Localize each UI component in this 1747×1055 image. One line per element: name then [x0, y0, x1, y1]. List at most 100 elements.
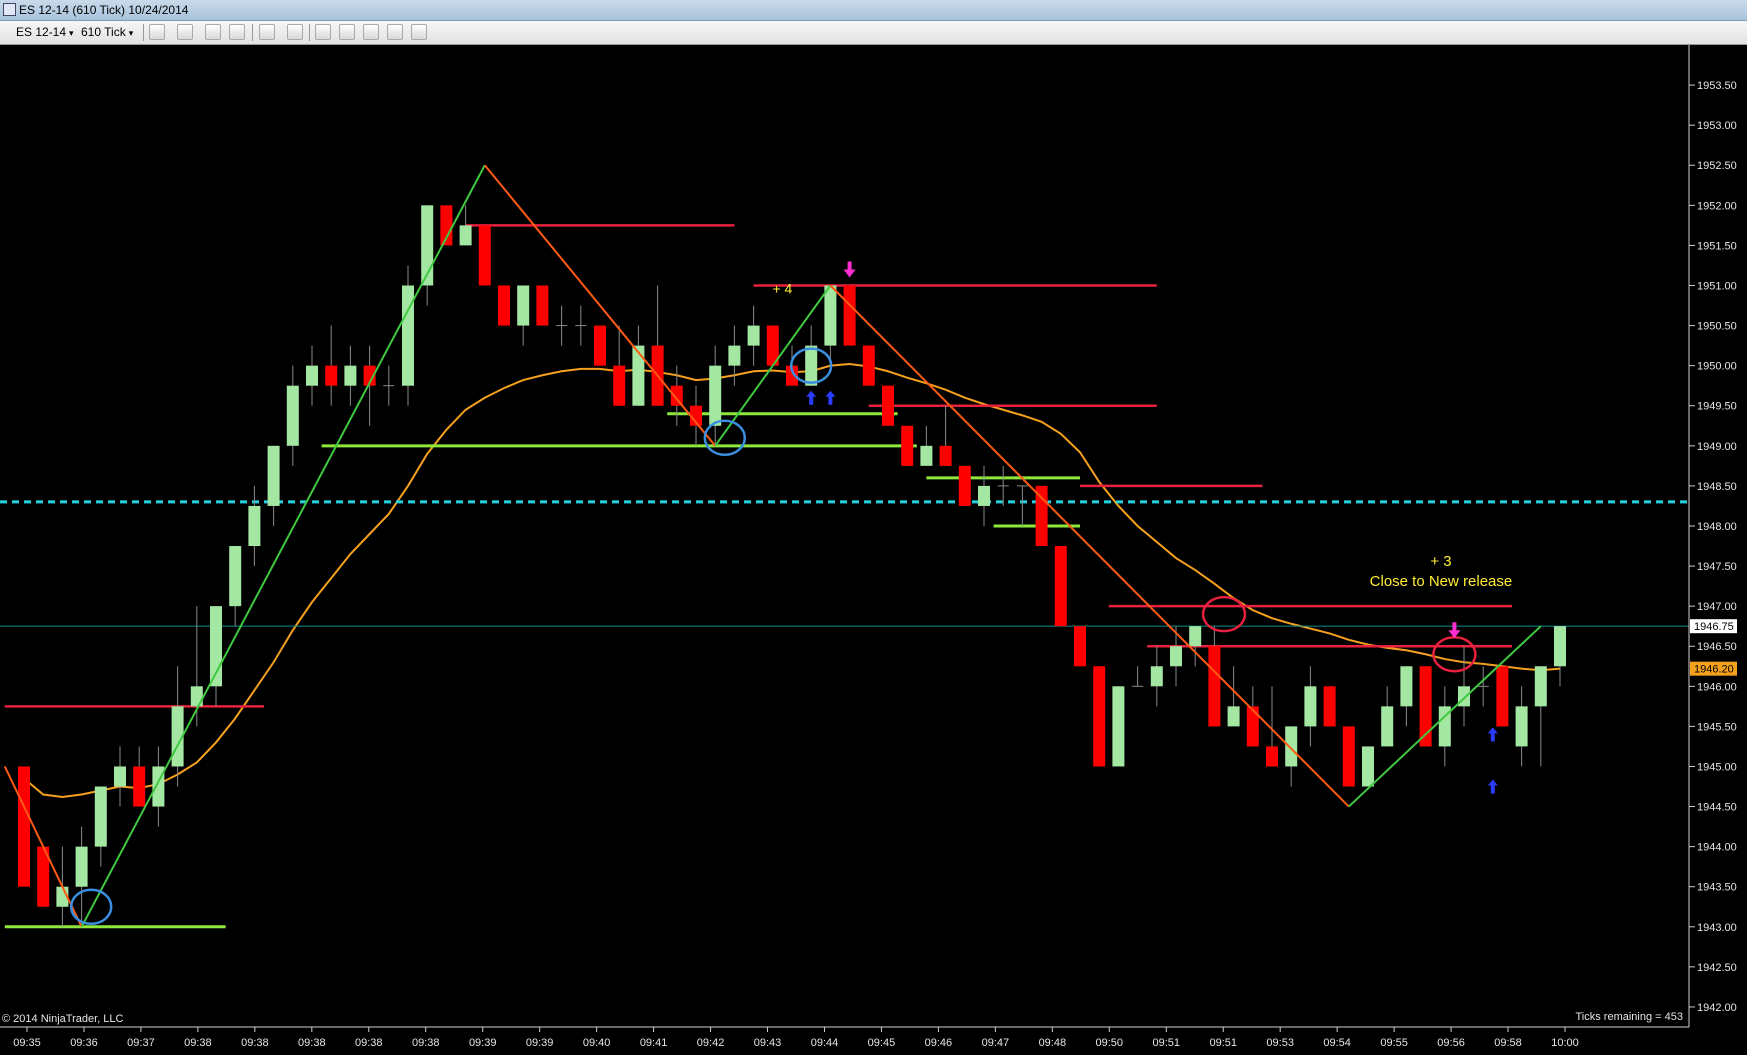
price-tick-label: 1947.00	[1697, 601, 1737, 613]
app-icon	[3, 3, 16, 16]
candle-body	[728, 345, 741, 366]
pencil-draw-icon[interactable]	[177, 24, 193, 40]
strategy-icon[interactable]	[229, 24, 245, 40]
price-tick-label: 1943.50	[1697, 882, 1737, 894]
price-tick-label: 1950.50	[1697, 321, 1737, 333]
ticks-remaining-label: Ticks remaining = 453	[1575, 1011, 1683, 1023]
candle-body	[939, 445, 952, 466]
time-tick-label: 09:46	[925, 1037, 953, 1049]
candle-body	[286, 385, 299, 446]
time-tick-label: 09:40	[583, 1037, 611, 1049]
candle-body	[958, 465, 971, 506]
time-tick-label: 09:36	[70, 1037, 98, 1049]
candle-body	[1534, 666, 1547, 707]
candle-body	[843, 285, 856, 346]
candle-body	[1246, 706, 1259, 747]
price-tick-label: 1951.50	[1697, 240, 1737, 252]
time-tick-label: 09:42	[697, 1037, 725, 1049]
time-tick-label: 10:00	[1551, 1037, 1579, 1049]
data-box-icon[interactable]	[339, 24, 355, 40]
price-tick-label: 1949.50	[1697, 401, 1737, 413]
price-tick-label: 1950.00	[1697, 361, 1737, 373]
chart-toolbar: ES 12-14 610 Tick	[0, 21, 1747, 45]
candle-body	[709, 365, 722, 426]
time-tick-label: 09:38	[298, 1037, 326, 1049]
indicator-icon[interactable]	[205, 24, 221, 40]
print-icon[interactable]	[411, 24, 427, 40]
trade-annotation: + 4	[772, 281, 792, 297]
crosshair-icon[interactable]	[259, 24, 275, 40]
candle-body	[478, 225, 491, 286]
candle-body	[978, 485, 990, 506]
bar-type-icon[interactable]	[149, 24, 165, 40]
price-tick-label: 1949.00	[1697, 441, 1737, 453]
order-entry-icon[interactable]	[315, 24, 331, 40]
candle-body	[1323, 686, 1336, 727]
time-tick-label: 09:55	[1380, 1037, 1408, 1049]
candle-body	[1208, 646, 1221, 727]
price-tick-label: 1942.00	[1697, 1002, 1737, 1014]
candle-body	[1054, 546, 1067, 627]
candle-body	[1342, 726, 1355, 787]
time-tick-label: 09:38	[412, 1037, 440, 1049]
price-tick-label: 1945.00	[1697, 761, 1737, 773]
price-chart[interactable]: 1953.50 1953.00 1952.50 1952.00 1951.50 1951.…	[0, 45, 1747, 1055]
candle-body	[805, 345, 818, 386]
time-tick-label: 09:47	[982, 1037, 1010, 1049]
price-tick-label: 1948.50	[1697, 481, 1737, 493]
candle-body	[229, 546, 242, 607]
candle-body	[1227, 706, 1240, 727]
time-tick-label: 09:51	[1152, 1037, 1180, 1049]
candle-body	[248, 505, 261, 547]
time-tick-label: 09:43	[754, 1037, 782, 1049]
candle-body	[1170, 646, 1182, 667]
time-tick-label: 09:41	[640, 1037, 668, 1049]
price-tick-label: 1944.50	[1697, 802, 1737, 814]
copyright-footer: © 2014 NinjaTrader, LLC	[2, 1013, 123, 1025]
time-tick-label: 09:48	[1039, 1037, 1067, 1049]
candle-body	[18, 766, 30, 887]
price-tick-label: 1952.50	[1697, 160, 1737, 172]
candle-body	[1554, 626, 1566, 667]
time-tick-label: 09:54	[1323, 1037, 1351, 1049]
toolbar-separator	[252, 24, 253, 41]
candle-body	[94, 786, 107, 847]
last-price-label: 1946.75	[1694, 621, 1734, 633]
candle-body	[613, 365, 626, 406]
trade-annotation: + 3	[1430, 553, 1451, 570]
candle-body	[747, 325, 760, 346]
time-tick-label: 09:58	[1494, 1037, 1522, 1049]
candle-body	[536, 285, 549, 326]
candle-body	[594, 325, 606, 366]
candle-body	[1496, 666, 1509, 727]
candle-body	[306, 365, 318, 386]
time-tick-label: 09:39	[526, 1037, 554, 1049]
ema-price-label: 1946.20	[1694, 664, 1734, 676]
chart-background	[0, 45, 1747, 1055]
candle-body	[1074, 626, 1086, 667]
price-tick-label: 1946.00	[1697, 681, 1737, 693]
price-tick-label: 1951.00	[1697, 280, 1737, 292]
time-tick-label: 09:51	[1209, 1037, 1237, 1049]
candle-body	[1150, 666, 1163, 687]
candle-body	[114, 766, 126, 787]
candle-body	[344, 365, 357, 386]
snapshot-icon[interactable]	[387, 24, 403, 40]
price-tick-label: 1948.00	[1697, 521, 1737, 533]
zoom-icon[interactable]	[287, 24, 303, 40]
price-tick-label: 1942.50	[1697, 962, 1737, 974]
instrument-selector[interactable]: ES 12-14	[16, 24, 74, 40]
trade-annotation: Close to New release	[1370, 573, 1513, 590]
price-tick-label: 1945.50	[1697, 721, 1737, 733]
time-tick-label: 09:35	[13, 1037, 41, 1049]
price-tick-label: 1943.00	[1697, 922, 1737, 934]
candle-body	[498, 285, 510, 326]
chart-properties-icon[interactable]	[363, 24, 379, 40]
interval-selector[interactable]: 610 Tick	[81, 24, 133, 40]
candle-body	[459, 225, 472, 246]
price-tick-label: 1953.00	[1697, 120, 1737, 132]
toolbar-separator	[309, 24, 310, 41]
time-tick-label: 09:53	[1266, 1037, 1294, 1049]
time-tick-label: 09:37	[127, 1037, 155, 1049]
window-title-bar: ES 12-14 (610 Tick) 10/24/2014	[0, 0, 1747, 21]
